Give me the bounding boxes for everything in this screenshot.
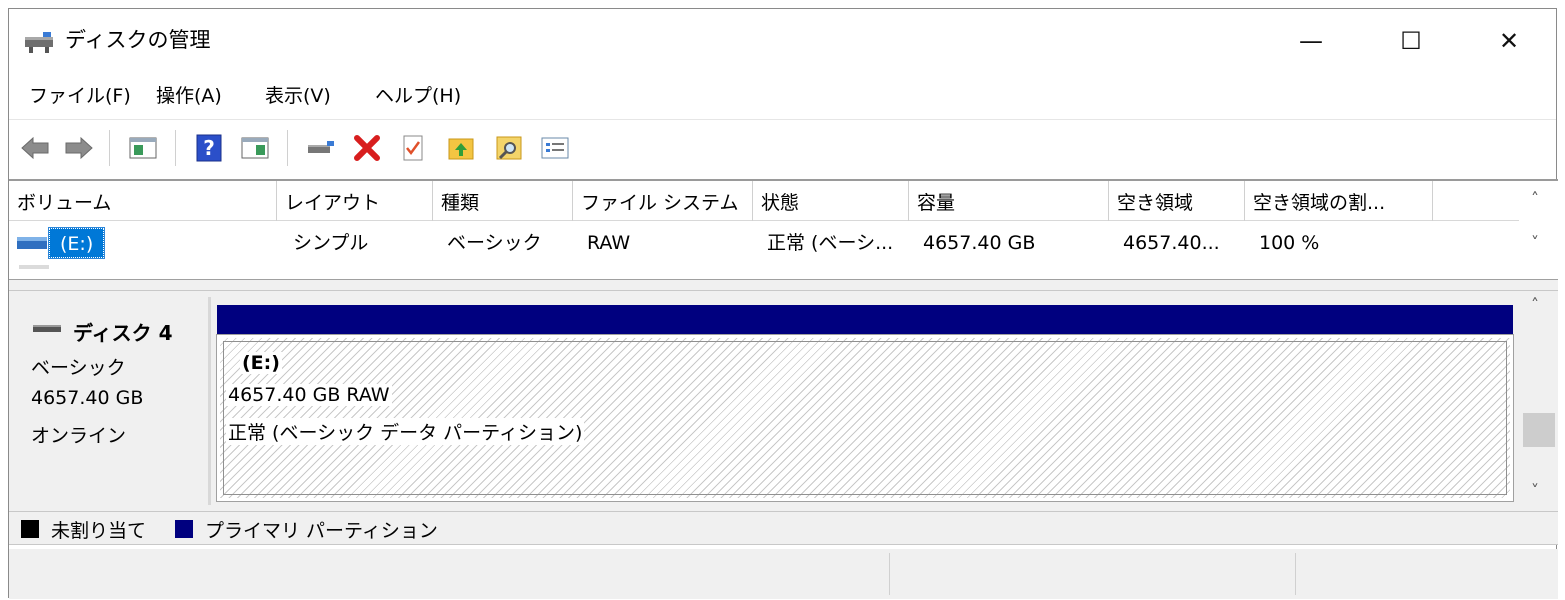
legend: 未割り当て プライマリ パーティション — [9, 511, 1558, 545]
partition-inner-border: (E:) 4657.40 GB RAW 正常 (ベーシック データ パーティショ… — [223, 341, 1507, 495]
window-title: ディスクの管理 — [65, 28, 211, 52]
disk-type: ベーシック — [31, 357, 126, 379]
cell-free-space: 4657.40... — [1123, 232, 1220, 254]
connect-drive-icon[interactable] — [305, 133, 337, 163]
legend-primary-partition: プライマリ パーティション — [205, 520, 438, 542]
menu-view[interactable]: 表示(V) — [261, 79, 335, 113]
properties-icon[interactable] — [397, 133, 429, 163]
partition-label: (E:) — [240, 352, 282, 374]
menu-help[interactable]: ヘルプ(H) — [371, 79, 465, 113]
column-layout[interactable]: レイアウト — [277, 181, 433, 221]
status-bar-separator — [1295, 553, 1296, 595]
cell-file-system: RAW — [587, 232, 631, 254]
primary-partition-swatch — [175, 520, 193, 538]
folder-search-icon[interactable] — [493, 133, 525, 163]
list-icon[interactable] — [539, 133, 571, 163]
folder-up-icon[interactable] — [445, 133, 477, 163]
column-capacity[interactable]: 容量 — [909, 181, 1109, 221]
unallocated-swatch — [21, 520, 39, 538]
menu-bar: ファイル(F) 操作(A) 表示(V) ヘルプ(H) — [9, 79, 1556, 113]
disk-state: オンライン — [31, 425, 127, 447]
cell-capacity: 4657.40 GB — [923, 232, 1036, 254]
partition-status: 正常 (ベーシック データ パーティション) — [226, 418, 585, 445]
column-type[interactable]: 種類 — [433, 181, 573, 221]
disk-management-window: ディスクの管理 — ☐ ✕ ファイル(F) 操作(A) 表示(V) ヘルプ(H)… — [8, 8, 1558, 599]
disk-size: 4657.40 GB — [31, 387, 144, 409]
column-file-system[interactable]: ファイル システム — [573, 181, 753, 221]
column-volume[interactable]: ボリューム — [9, 181, 277, 221]
partition-block[interactable]: (E:) 4657.40 GB RAW 正常 (ベーシック データ パーティショ… — [216, 334, 1514, 502]
volume-drive-icon — [17, 237, 47, 249]
scroll-up-arrow[interactable]: ˄ — [1531, 189, 1539, 208]
volume-list: ボリューム レイアウト 種類 ファイル システム 状態 容量 空き領域 空き領域… — [9, 179, 1558, 279]
disk-map-pane: ディスク 4 ベーシック 4657.40 GB オンライン (E:) 4657.… — [9, 291, 1558, 511]
disk-map-scrollbar[interactable]: ˄ ˅ — [1521, 291, 1558, 511]
cell-type: ベーシック — [447, 232, 542, 254]
scroll-down-arrow[interactable]: ˅ — [1531, 233, 1539, 252]
column-free-percent[interactable]: 空き領域の割... — [1245, 181, 1433, 221]
title-bar: ディスクの管理 — ☐ ✕ — [9, 9, 1556, 73]
toolbar: ? — [9, 119, 1556, 171]
next-row-partial — [9, 265, 1519, 273]
delete-icon[interactable] — [351, 133, 383, 163]
console-tree-icon[interactable] — [127, 133, 159, 163]
cell-layout: シンプル — [293, 232, 369, 254]
primary-partition-bar — [217, 305, 1513, 335]
disk-info-panel[interactable]: ディスク 4 ベーシック 4657.40 GB オンライン — [15, 297, 211, 505]
toolbar-separator — [287, 130, 288, 166]
svg-text:?: ? — [203, 136, 215, 160]
volume-list-scrollbar[interactable]: ˄ ˅ — [1521, 181, 1558, 277]
maximize-button[interactable]: ☐ — [1387, 21, 1435, 61]
forward-arrow-icon[interactable] — [63, 133, 95, 163]
close-button[interactable]: ✕ — [1485, 21, 1533, 61]
disk-management-app-icon — [25, 32, 53, 53]
volume-list-header: ボリューム レイアウト 種類 ファイル システム 状態 容量 空き領域 空き領域… — [9, 181, 1519, 221]
volume-name: (E:) — [47, 227, 106, 259]
action-pane-icon[interactable] — [239, 133, 271, 163]
disk-name: ディスク 4 — [73, 321, 173, 345]
column-free-space[interactable]: 空き領域 — [1109, 181, 1245, 221]
status-bar — [9, 549, 1558, 599]
table-row[interactable]: (E:) シンプル ベーシック RAW 正常 (ベーシ... 4657.40 G… — [9, 223, 1519, 263]
menu-action[interactable]: 操作(A) — [152, 79, 226, 113]
column-status[interactable]: 状態 — [753, 181, 909, 221]
menu-file[interactable]: ファイル(F) — [25, 79, 135, 113]
legend-unallocated: 未割り当て — [51, 520, 147, 542]
scroll-down-arrow[interactable]: ˅ — [1531, 481, 1539, 500]
help-icon[interactable]: ? — [193, 133, 225, 163]
cell-status: 正常 (ベーシ... — [767, 232, 894, 254]
toolbar-separator — [109, 130, 110, 166]
back-arrow-icon[interactable] — [19, 133, 51, 163]
pane-splitter[interactable] — [9, 279, 1558, 291]
scroll-up-arrow[interactable]: ˄ — [1531, 295, 1539, 314]
cell-free-percent: 100 % — [1259, 232, 1320, 254]
partition-area: (E:) 4657.40 GB RAW 正常 (ベーシック データ パーティショ… — [216, 305, 1514, 502]
toolbar-separator — [175, 130, 176, 166]
scroll-thumb[interactable] — [1523, 413, 1555, 447]
disk-icon — [33, 325, 61, 332]
status-bar-separator — [889, 553, 890, 595]
partition-size-fs: 4657.40 GB RAW — [226, 384, 392, 406]
minimize-button[interactable]: — — [1287, 21, 1335, 61]
